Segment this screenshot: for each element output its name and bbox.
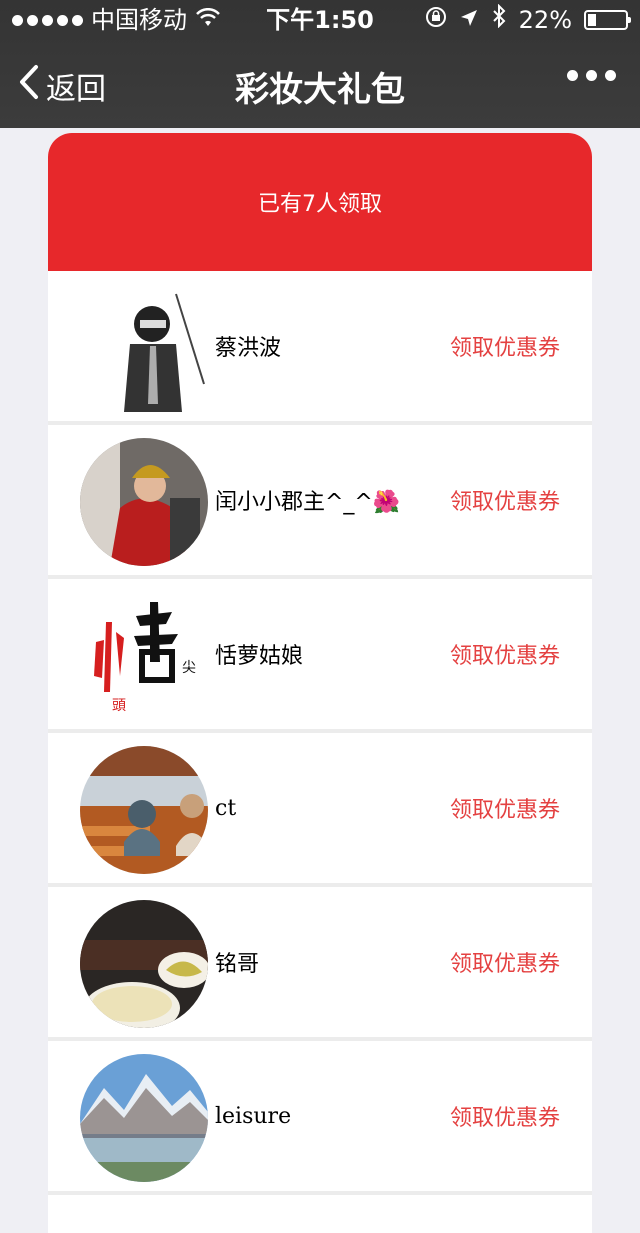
claim-coupon-button[interactable]: 领取优惠券: [450, 425, 560, 575]
list-item: 铭哥 领取优惠券: [48, 887, 592, 1041]
page-title: 彩妆大礼包: [235, 70, 405, 110]
gift-card: 已有7人领取 蔡洪波 领取优惠券 闰小小郡主^_^🌺 领取优惠券 尖 頭 恬萝姑…: [48, 133, 592, 1233]
list-item: ct 领取优惠券: [48, 733, 592, 887]
claim-coupon-button[interactable]: 领取优惠券: [450, 579, 560, 729]
avatar: 尖 頭: [80, 592, 208, 720]
battery-icon: [584, 10, 631, 30]
user-name: 闰小小郡主^_^🌺: [215, 490, 401, 515]
user-name: ct: [215, 795, 237, 821]
claim-coupon-button[interactable]: 领取优惠券: [450, 1041, 560, 1191]
status-bar: 中国移动 下午1:50 22%: [0, 0, 640, 40]
battery-percent: 22%: [518, 6, 572, 34]
top-bar: 中国移动 下午1:50 22% 返回 彩妆大礼包: [0, 0, 640, 128]
list-item: leisure 领取优惠券: [48, 1041, 592, 1195]
avatar: [80, 438, 208, 566]
claim-coupon-button[interactable]: 领取优惠券: [450, 271, 560, 421]
svg-text:頭: 頭: [112, 698, 126, 714]
user-name: 恬萝姑娘: [215, 644, 304, 669]
avatar: [80, 1054, 208, 1182]
claim-coupon-button[interactable]: 领取优惠券: [450, 887, 560, 1037]
claim-coupon-button[interactable]: 领取优惠券: [450, 733, 560, 883]
more-options-button[interactable]: [567, 70, 616, 81]
svg-text:尖: 尖: [182, 660, 196, 676]
list-item: 闰小小郡主^_^🌺 领取优惠券: [48, 425, 592, 579]
list-item: 蔡洪波 领取优惠券: [48, 271, 592, 425]
user-name: 蔡洪波: [215, 336, 282, 361]
claim-count-banner: 已有7人领取: [48, 133, 592, 271]
rotation-lock-icon: [425, 0, 447, 40]
navigation-bar: 返回 彩妆大礼包: [0, 40, 640, 128]
bluetooth-icon: [491, 0, 507, 40]
avatar: [80, 900, 208, 1028]
user-name: leisure: [215, 1103, 292, 1129]
user-name: 铭哥: [215, 952, 260, 977]
list-item: 尖 頭 恬萝姑娘 领取优惠券: [48, 579, 592, 733]
location-icon: [459, 0, 479, 40]
claim-count-text: 已有7人领取: [258, 192, 382, 217]
avatar: [80, 284, 208, 412]
avatar: [80, 746, 208, 874]
